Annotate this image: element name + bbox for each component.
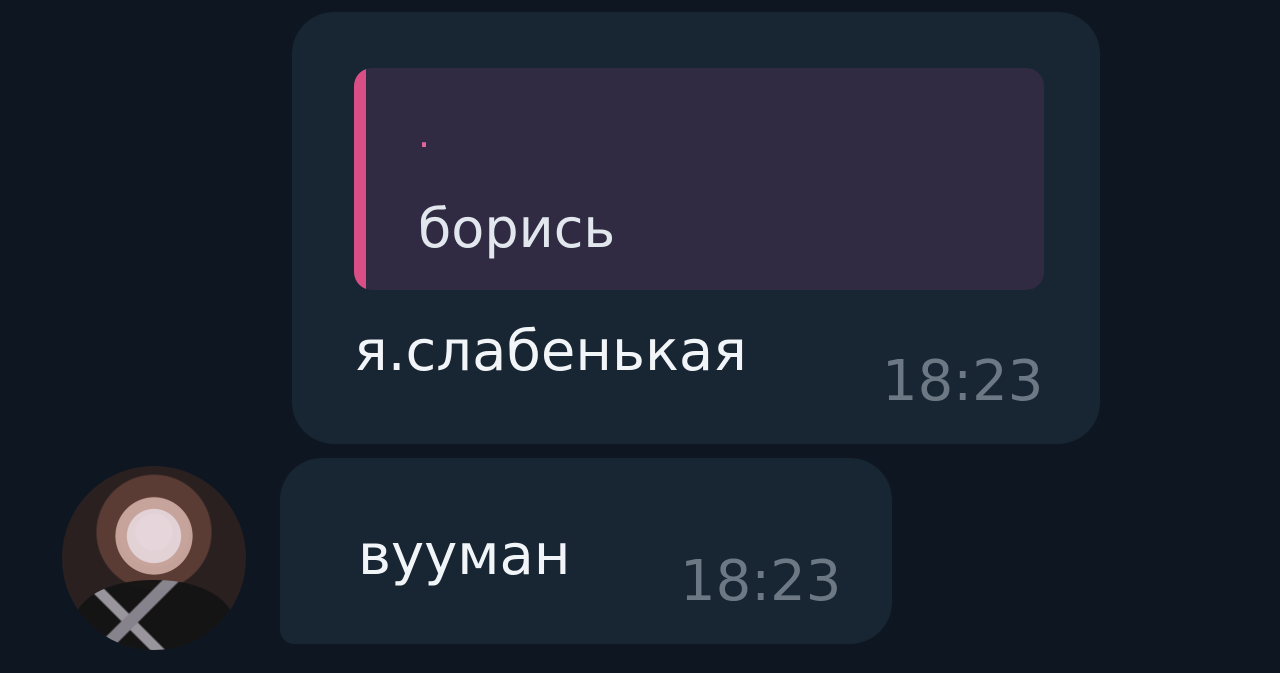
message-time: 18:23 xyxy=(882,349,1044,414)
chat-window: · борись я.слабенькая 18:23 вууман 18:23 xyxy=(0,0,1280,673)
message-text: вууман xyxy=(358,523,571,588)
reply-text: борись xyxy=(418,197,616,260)
reply-accent-bar xyxy=(354,68,366,290)
message-bubble[interactable]: вууман 18:23 xyxy=(280,458,892,644)
avatar-icon[interactable] xyxy=(62,466,246,650)
reply-preview[interactable]: · борись xyxy=(354,68,1044,290)
reply-author: · xyxy=(418,123,431,167)
message-text: я.слабенькая xyxy=(354,319,747,384)
message-bubble[interactable]: · борись я.слабенькая 18:23 xyxy=(292,12,1100,444)
message-time: 18:23 xyxy=(680,549,842,614)
